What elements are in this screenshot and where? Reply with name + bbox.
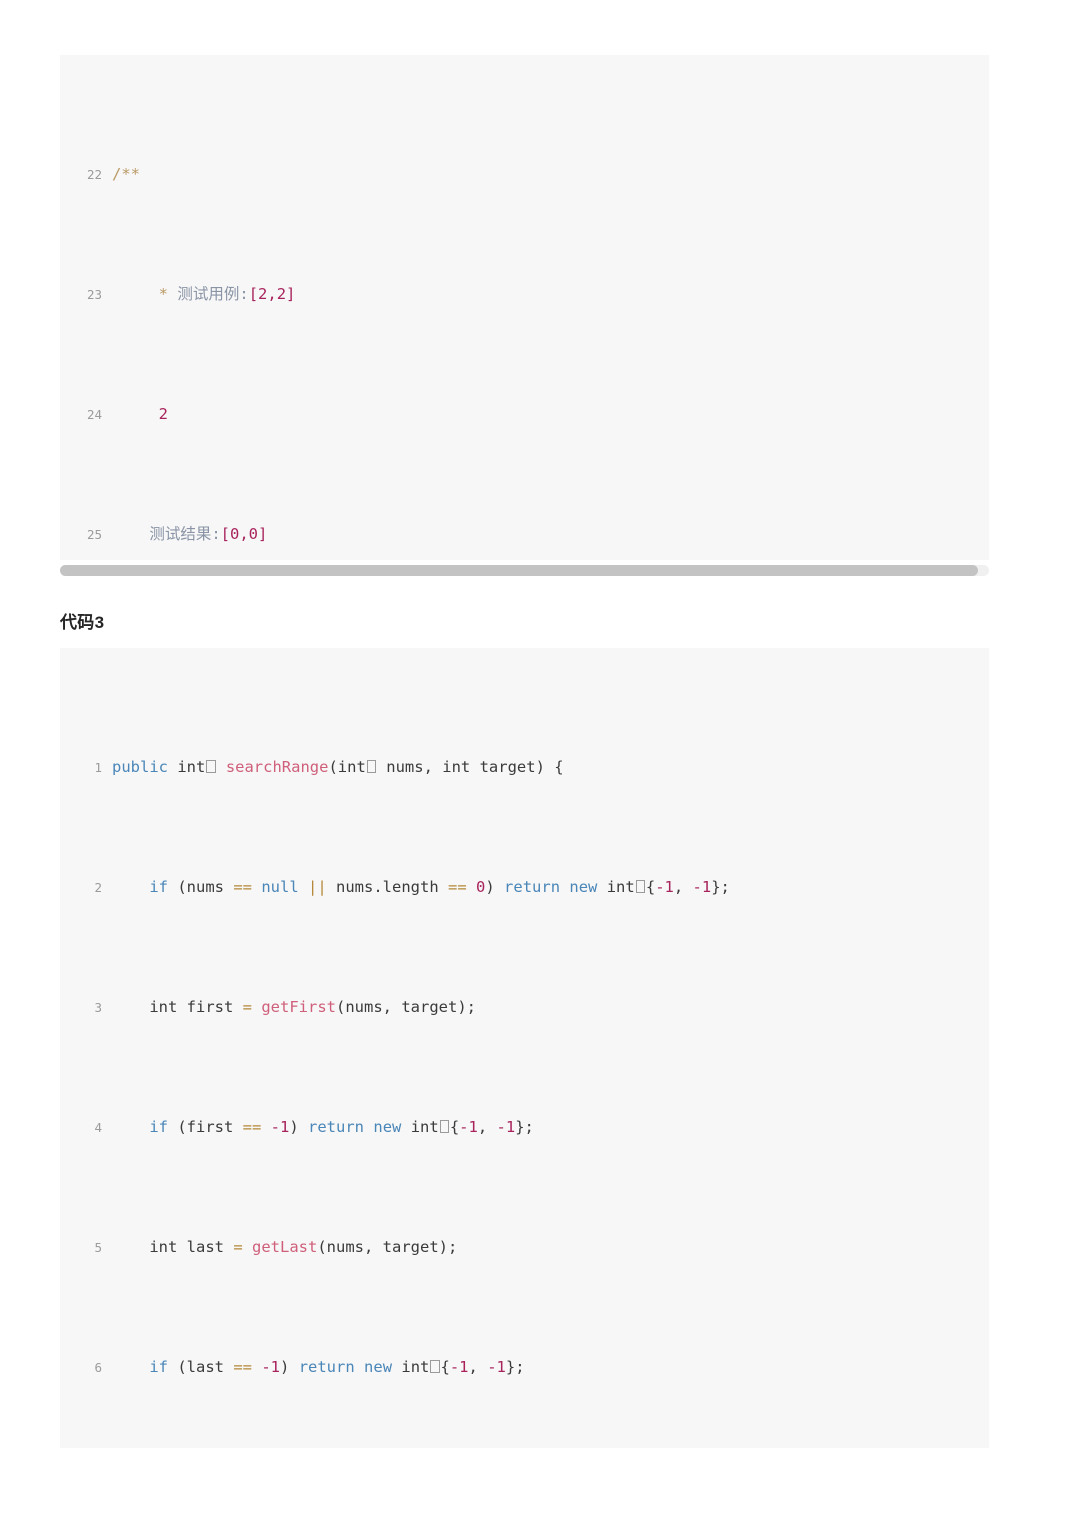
code-block-2-scroll-viewport[interactable]: 1 public int searchRange(int nums, int ta… (60, 648, 989, 1448)
section-heading-code3: 代码3 (60, 613, 105, 632)
missing-glyph-icon (366, 760, 377, 774)
token-keyword-new: new (364, 1358, 393, 1376)
code-line: 1 public int searchRange(int nums, int ta… (60, 752, 989, 782)
line-number: 22 (86, 167, 102, 182)
token-keyword-if: if (149, 1118, 168, 1136)
missing-glyph-icon (430, 1360, 440, 1374)
token-keyword-if: if (149, 1358, 168, 1376)
code-line: 5 int last = getLast(nums, target); (60, 1232, 989, 1262)
line-number: 4 (94, 1120, 102, 1135)
token-keyword-null: null (261, 878, 299, 896)
token-test-result-label: 测试结果: (149, 525, 221, 543)
line-number: 3 (94, 1000, 102, 1015)
code-line: 24 2 (60, 399, 989, 429)
code-block-2-lines: 1 public int searchRange(int nums, int ta… (60, 648, 989, 1448)
missing-glyph-icon (635, 880, 645, 894)
scrollbar-thumb[interactable] (60, 565, 978, 576)
code-line: 3 int first = getFirst(nums, target); (60, 992, 989, 1022)
document-page: 22/** 23 * 测试用例:[2,2] 24 2 25 测试结果:[0,0]… (0, 0, 1080, 1533)
token-test-case-value: [2,2] (248, 285, 296, 303)
token-fn-getlast: getLast (252, 1238, 318, 1256)
token-test-case-label: 测试用例: (177, 285, 249, 303)
token-keyword-return: return (308, 1118, 365, 1136)
code-block-1-horizontal-scrollbar[interactable] (60, 565, 989, 576)
token-test-result-value: [0,0] (220, 525, 268, 543)
token-keyword-return: return (504, 878, 561, 896)
code-block-2: 1 public int searchRange(int nums, int ta… (60, 648, 989, 1448)
code-line: 23 * 测试用例:[2,2] (60, 279, 989, 309)
line-number: 23 (86, 287, 102, 302)
line-number: 24 (86, 407, 102, 422)
token-keyword-if: if (149, 878, 168, 896)
code-line: 25 测试结果:[0,0] (60, 519, 989, 549)
code-block-1-scroll-viewport[interactable]: 22 /** 23 * 测试用例:[2,2] 24 2 25 测试结果:[0,0]… (60, 55, 989, 560)
token-fn-searchrange: searchRange (225, 758, 329, 776)
line-number: 1 (94, 760, 102, 775)
code-line: 4 if (first == -1) return new int {-1, -1… (60, 1112, 989, 1142)
code-block-1: 22 /** 23 * 测试用例:[2,2] 24 2 25 测试结果:[0,0]… (60, 55, 989, 560)
line-number: 2 (94, 880, 102, 895)
token-keyword-new: new (373, 1118, 402, 1136)
line-number: 5 (94, 1240, 102, 1255)
token-keyword-public: public (112, 758, 168, 776)
line-number: 6 (94, 1360, 102, 1375)
code-line: 2 if (nums == null || nums.length == 0) … (60, 872, 989, 902)
line-number: 25 (86, 527, 102, 542)
code-line: 22 /** (60, 159, 989, 189)
token-javadoc-open: /** (112, 165, 140, 183)
token-keyword-new: new (569, 878, 598, 896)
token-keyword-return: return (298, 1358, 355, 1376)
token-fn-getfirst: getFirst (261, 998, 336, 1016)
code-block-1-lines: 22 /** 23 * 测试用例:[2,2] 24 2 25 测试结果:[0,0]… (60, 55, 989, 560)
missing-glyph-icon (206, 760, 216, 774)
token-two: 2 (158, 405, 169, 423)
missing-glyph-icon (439, 1120, 449, 1134)
token-javadoc-star: * (158, 285, 169, 303)
code-line: 6 if (last == -1) return new int {-1, -1}… (60, 1352, 989, 1382)
